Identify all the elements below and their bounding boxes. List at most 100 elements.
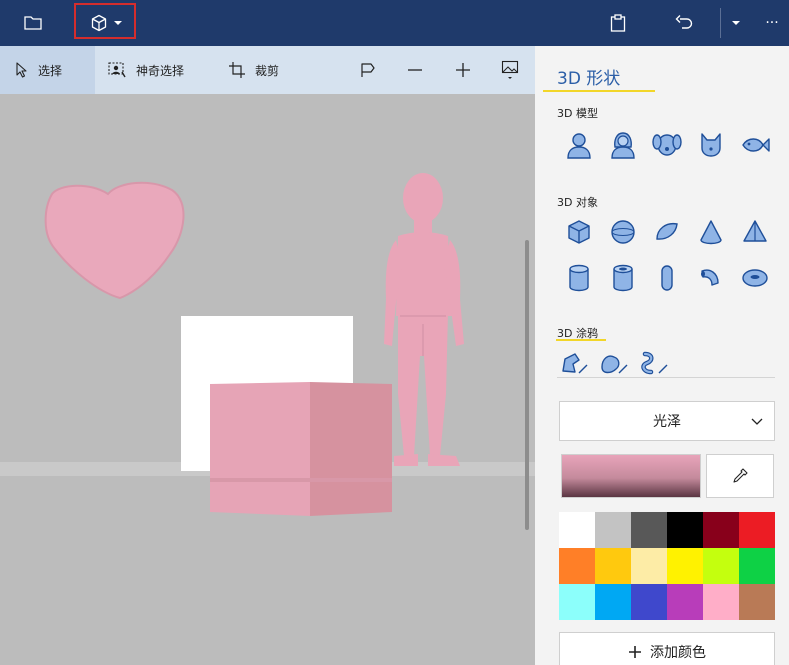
color-swatch[interactable] — [739, 584, 775, 620]
undo-button[interactable] — [666, 0, 702, 46]
pyramid-icon — [743, 220, 767, 242]
color-swatch[interactable] — [631, 512, 667, 548]
3d-shapes-panel: 3D 形状 3D 模型 3D 对象 3D 涂鸦 光泽 添加颜色 — [535, 46, 789, 665]
magic-select-icon — [108, 62, 126, 78]
dog-icon — [652, 134, 682, 156]
color-swatch[interactable] — [703, 584, 739, 620]
color-swatch[interactable] — [739, 512, 775, 548]
fish-model-button[interactable] — [733, 129, 777, 161]
cat-model-button[interactable] — [689, 129, 733, 161]
curved-tube-object-button[interactable] — [689, 262, 733, 294]
soft-doodle-button[interactable] — [597, 348, 631, 380]
models-grid — [557, 129, 777, 161]
cone-object-button[interactable] — [689, 216, 733, 248]
color-swatch[interactable] — [559, 548, 595, 584]
hemisphere-object-button[interactable] — [645, 216, 689, 248]
history-dropdown-button[interactable] — [722, 0, 750, 46]
magic-select-label: 神奇选择 — [136, 63, 185, 78]
select-tool-button[interactable]: 选择 — [0, 46, 95, 94]
woman-icon — [611, 132, 635, 159]
finish-dropdown-value: 光泽 — [653, 414, 681, 430]
cube-object-button[interactable] — [557, 216, 601, 248]
color-swatch[interactable] — [595, 548, 631, 584]
zoom-in-icon — [456, 63, 470, 77]
cat-icon — [701, 133, 721, 157]
paste-icon — [610, 14, 626, 32]
chevron-down-icon — [732, 21, 740, 25]
tube-doodle-icon — [641, 351, 668, 375]
curved-tube-icon — [701, 269, 719, 286]
crop-icon — [229, 62, 245, 78]
cube-icon — [568, 220, 590, 244]
folder-icon — [24, 16, 42, 30]
image-view-icon — [501, 60, 519, 79]
torus-object-button[interactable] — [733, 262, 777, 294]
plus-icon — [629, 646, 641, 658]
sharp-doodle-icon — [562, 353, 588, 374]
divider — [720, 8, 721, 38]
cylinder-object-button[interactable] — [557, 262, 601, 294]
crop-label: 裁剪 — [255, 63, 280, 78]
color-swatch[interactable] — [739, 548, 775, 584]
add-color-label: 添加颜色 — [650, 645, 706, 661]
undo-icon — [675, 15, 693, 29]
color-swatch[interactable] — [559, 512, 595, 548]
cone-icon — [700, 220, 722, 245]
color-swatch[interactable] — [595, 512, 631, 548]
panel-divider — [557, 377, 775, 378]
hemisphere-icon — [656, 222, 678, 240]
doodle-heading-underline — [556, 339, 606, 341]
color-swatch[interactable] — [703, 512, 739, 548]
finish-dropdown[interactable]: 光泽 — [559, 401, 775, 441]
eyedropper-button[interactable] — [706, 454, 774, 498]
pyramid-object-button[interactable] — [733, 216, 777, 248]
tube-doodle-button[interactable] — [637, 348, 671, 380]
soft-doodle-icon — [601, 355, 628, 374]
paste-button[interactable] — [600, 0, 636, 46]
flag-icon — [361, 63, 375, 77]
select-tool-label: 选择 — [38, 63, 63, 78]
color-swatch[interactable] — [667, 512, 703, 548]
image-view-button[interactable] — [498, 58, 522, 82]
scene-illustration — [0, 173, 535, 516]
color-swatch[interactable] — [703, 548, 739, 584]
woman-model-button[interactable] — [601, 129, 645, 161]
sphere-icon — [611, 220, 635, 244]
folder-button[interactable] — [14, 0, 52, 46]
magic-select-button[interactable]: 神奇选择 — [108, 46, 208, 94]
eyedropper-icon — [733, 468, 748, 483]
color-palette — [559, 512, 775, 620]
objects-grid — [557, 216, 777, 294]
cylinder-icon — [569, 264, 589, 292]
color-swatch[interactable] — [667, 548, 703, 584]
capsule-object-button[interactable] — [645, 262, 689, 294]
color-swatch[interactable] — [559, 584, 595, 620]
canvas-area[interactable] — [0, 94, 535, 665]
color-swatch[interactable] — [595, 584, 631, 620]
more-button[interactable]: ··· — [756, 0, 788, 46]
vertical-scrollbar[interactable] — [525, 240, 529, 530]
sharp-doodle-button[interactable] — [557, 348, 591, 380]
crop-button[interactable]: 裁剪 — [229, 46, 299, 94]
capsule-icon — [661, 265, 673, 291]
zoom-out-button[interactable] — [403, 58, 427, 82]
objects-heading: 3D 对象 — [557, 196, 598, 209]
add-color-button[interactable]: 添加颜色 — [559, 632, 775, 665]
dog-model-button[interactable] — [645, 129, 689, 161]
tube-object-button[interactable] — [601, 262, 645, 294]
more-icon: ··· — [765, 15, 779, 31]
color-swatch[interactable] — [631, 548, 667, 584]
man-model-button[interactable] — [557, 129, 601, 161]
flag-button[interactable] — [356, 58, 380, 82]
color-swatch[interactable] — [667, 584, 703, 620]
sphere-object-button[interactable] — [601, 216, 645, 248]
doodle-tools — [557, 348, 671, 380]
torus-icon — [742, 269, 768, 287]
man-icon — [567, 133, 591, 159]
panel-title: 3D 形状 — [557, 69, 621, 89]
tool-bar: 选择 神奇选择 裁剪 — [0, 46, 535, 94]
color-swatch[interactable] — [631, 584, 667, 620]
current-color-preview — [561, 454, 701, 498]
zoom-in-button[interactable] — [451, 58, 475, 82]
zoom-out-icon — [408, 69, 422, 71]
